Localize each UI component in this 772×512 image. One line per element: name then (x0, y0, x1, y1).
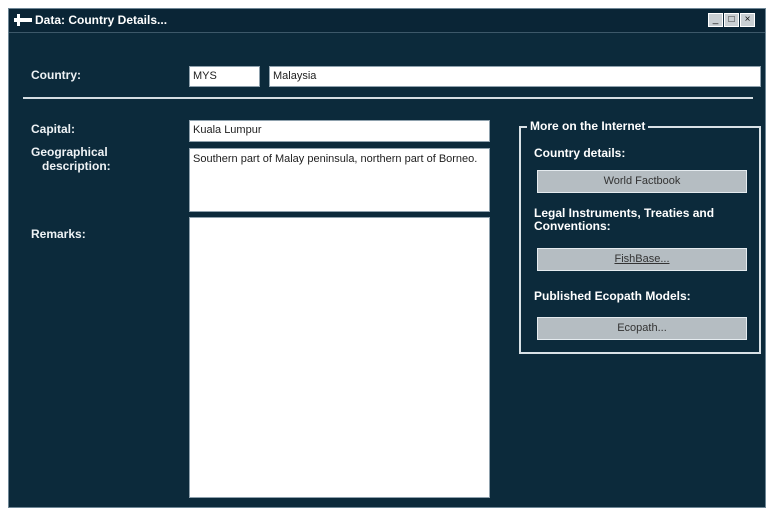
header-divider (23, 97, 753, 99)
window-title: Data: Country Details... (35, 13, 168, 27)
world-factbook-button[interactable]: World Factbook (537, 170, 747, 193)
capital-label: Capital: (31, 122, 76, 136)
geo-description-field[interactable]: Southern part of Malay peninsula, northe… (189, 148, 490, 212)
internet-group: More on the Internet Country details: Wo… (519, 119, 761, 354)
country-details-label: Country details: (534, 146, 626, 160)
capital-field[interactable]: Kuala Lumpur (189, 120, 490, 142)
remarks-label: Remarks: (31, 227, 86, 241)
country-details-window: Data: Country Details... _ □ × Country: … (8, 8, 766, 508)
country-label: Country: (31, 68, 81, 82)
ecopath-models-label: Published Ecopath Models: (534, 289, 691, 303)
close-button[interactable]: × (740, 13, 755, 27)
internet-group-title: More on the Internet (527, 119, 649, 133)
fishbase-button[interactable]: FishBase... (537, 248, 747, 271)
geo-label-line1: Geographical (31, 145, 108, 159)
geo-label-line2: description: (42, 159, 111, 173)
remarks-field[interactable] (189, 217, 490, 498)
minimize-button[interactable]: _ (708, 13, 723, 27)
legal-instruments-label: Legal Instruments, Treaties and Conventi… (534, 206, 715, 233)
country-name-field[interactable]: Malaysia (269, 66, 761, 87)
ecopath-button[interactable]: Ecopath... (537, 317, 747, 340)
title-bar[interactable]: Data: Country Details... _ □ × (9, 9, 765, 33)
country-code-field[interactable]: MYS (189, 66, 260, 87)
fish-app-icon (14, 14, 32, 26)
maximize-button[interactable]: □ (724, 13, 739, 27)
